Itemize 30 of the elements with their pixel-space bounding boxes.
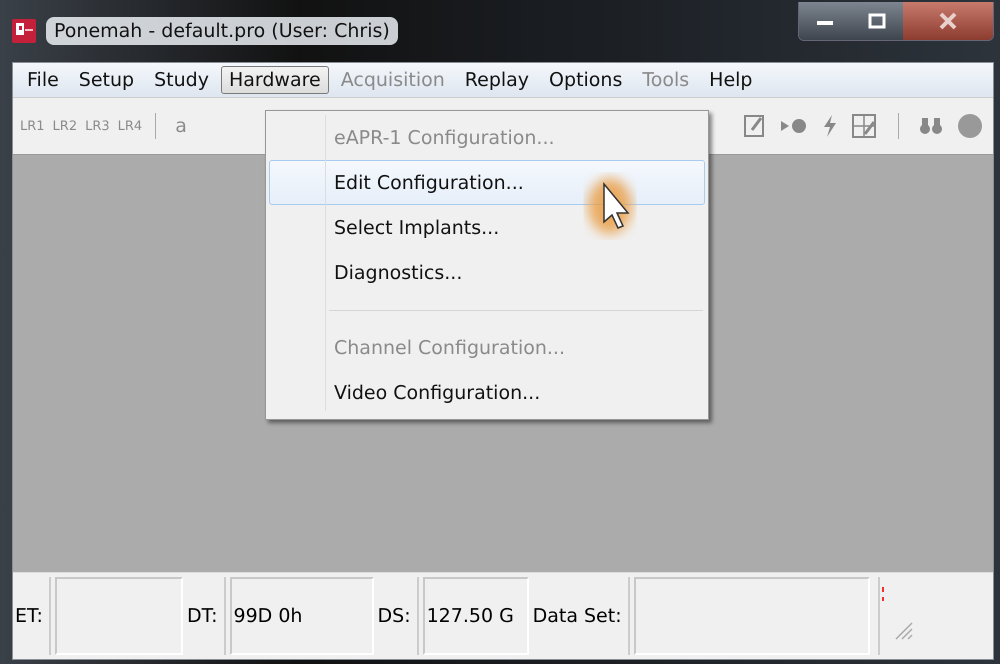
status-label: ET:	[15, 577, 51, 655]
dropdown-item[interactable]: Diagnostics...	[269, 250, 705, 295]
status-label: DT:	[186, 577, 226, 655]
stop-icon[interactable]	[957, 113, 983, 139]
window-title: Ponemah - default.pro (User: Chris)	[46, 17, 398, 45]
app-logo-icon	[12, 19, 36, 43]
status-label: Data Set:	[532, 577, 630, 655]
grid-edit-icon[interactable]	[852, 114, 878, 138]
dropdown-item[interactable]: Edit Configuration...	[269, 160, 705, 205]
lightning-icon[interactable]	[822, 114, 838, 138]
dropdown-item[interactable]: Select Implants...	[269, 205, 705, 250]
binoculars-icon[interactable]	[919, 116, 943, 136]
menu-item[interactable]: Setup	[70, 66, 142, 94]
menu-item[interactable]: Study	[146, 66, 217, 94]
minimize-button[interactable]	[799, 2, 851, 40]
menu-item[interactable]: Options	[541, 66, 630, 94]
menu-item[interactable]: Replay	[456, 66, 538, 94]
menu-item[interactable]: Hardware	[220, 66, 329, 94]
close-icon	[938, 12, 958, 30]
maximize-icon	[867, 13, 887, 29]
play-record-icon[interactable]	[780, 117, 808, 135]
maximize-button[interactable]	[851, 2, 903, 40]
status-field: 127.50 G	[422, 577, 529, 655]
document-edit-icon[interactable]	[744, 114, 766, 138]
status-field: 99D 0h	[230, 577, 374, 655]
dropdown-item[interactable]: Video Configuration...	[269, 370, 705, 415]
close-button[interactable]	[903, 2, 993, 40]
menu-item[interactable]: File	[19, 66, 67, 94]
status-label: DS:	[378, 577, 419, 655]
menu-item[interactable]: Help	[701, 66, 760, 94]
